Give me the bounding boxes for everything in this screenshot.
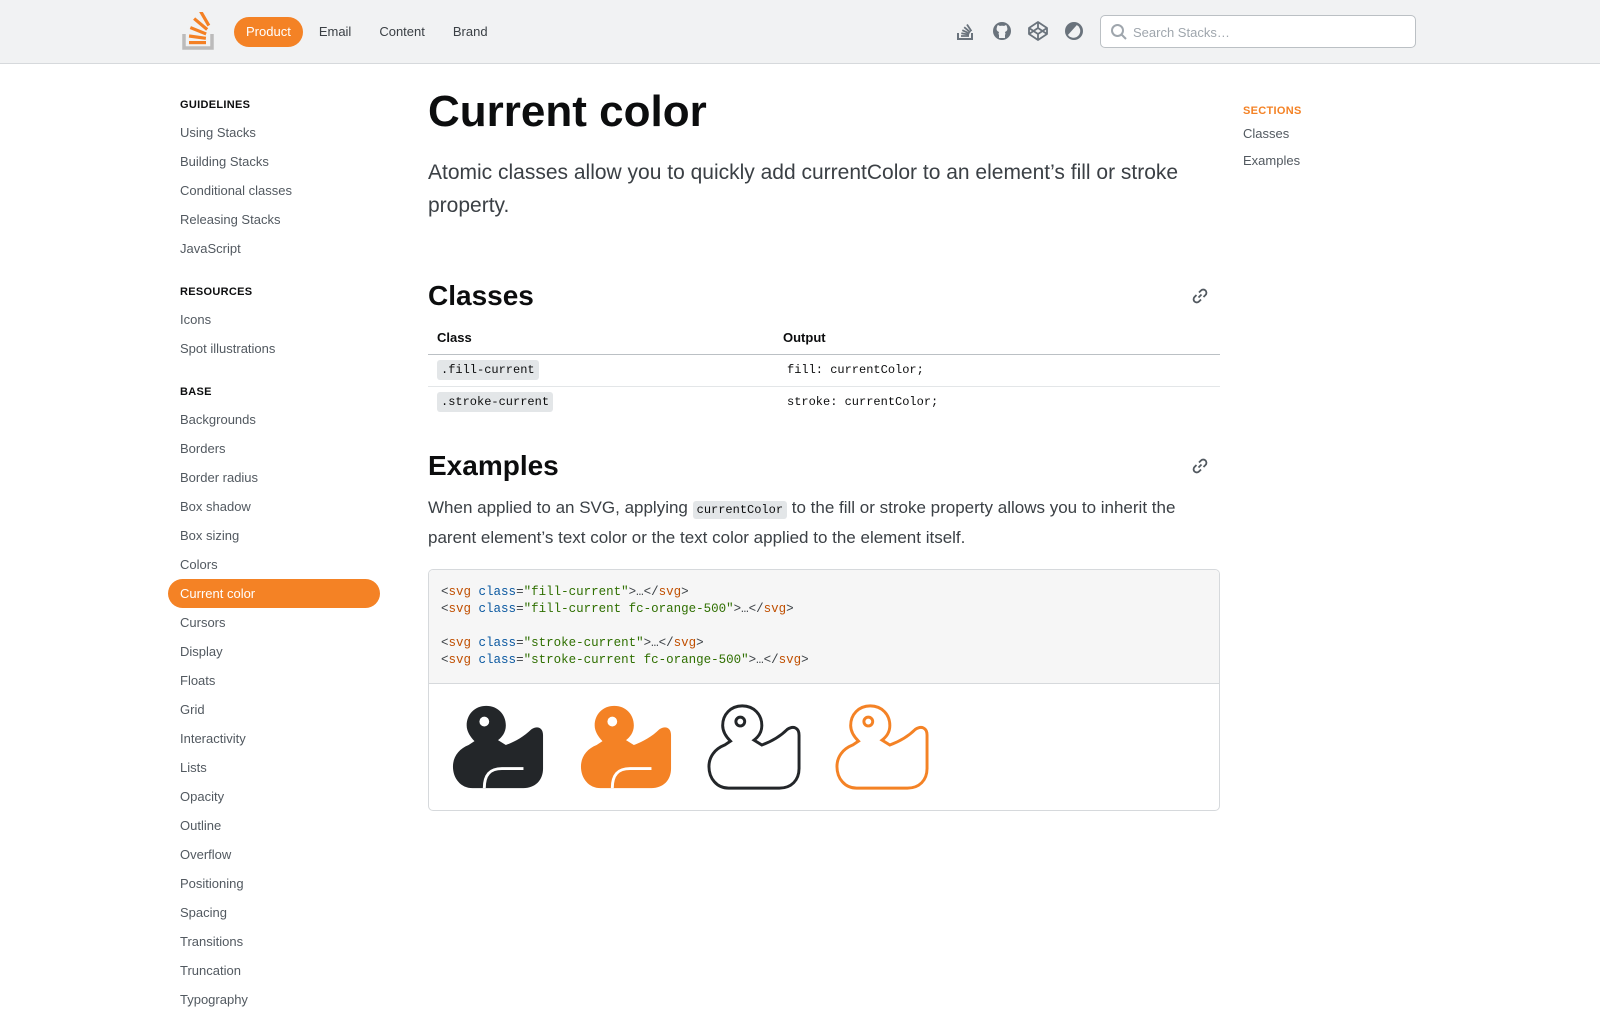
- duck-stroke-dark-icon: [701, 700, 807, 794]
- sidebar-item-display[interactable]: Display: [168, 637, 380, 666]
- class-name-code: .fill-current: [437, 360, 539, 380]
- sidebar-item-box-sizing[interactable]: Box sizing: [168, 521, 380, 550]
- sidebar-item-outline[interactable]: Outline: [168, 811, 380, 840]
- stack-overflow-icon[interactable]: [955, 20, 977, 42]
- sidebar-item-borders[interactable]: Borders: [168, 434, 380, 463]
- classes-table: Class Output .fill-current fill: current…: [428, 322, 1220, 418]
- stacks-logo-icon[interactable]: [182, 10, 216, 50]
- classes-link-icon[interactable]: [1190, 286, 1210, 306]
- sidebar-item-releasing-stacks[interactable]: Releasing Stacks: [168, 205, 380, 234]
- sidebar-item-icons[interactable]: Icons: [168, 305, 380, 334]
- sidebar-item-interactivity[interactable]: Interactivity: [168, 724, 380, 753]
- code-line: <svg class="fill-current">…</svg>: [441, 585, 689, 599]
- nav-item-product[interactable]: Product: [234, 17, 303, 47]
- sidebar-item-box-shadow[interactable]: Box shadow: [168, 492, 380, 521]
- code-block[interactable]: <svg class="fill-current">…</svg> <svg cl…: [429, 570, 1219, 684]
- sidebar-item-cursors[interactable]: Cursors: [168, 608, 380, 637]
- duck-filled-dark-icon: [445, 700, 551, 794]
- sidebar-item-border-radius[interactable]: Border radius: [168, 463, 380, 492]
- toc-heading: SECTIONS: [1243, 105, 1302, 117]
- examples-link-icon[interactable]: [1190, 456, 1210, 476]
- sidebar-item-overflow[interactable]: Overflow: [168, 840, 380, 869]
- column-header-output: Output: [774, 322, 1220, 355]
- examples-heading: Examples: [428, 450, 559, 481]
- nav-item-email[interactable]: Email: [307, 17, 364, 47]
- theme-toggle-icon[interactable]: [1063, 20, 1085, 42]
- toc-item-examples[interactable]: Examples: [1243, 147, 1403, 174]
- class-name-code: .stroke-current: [437, 392, 554, 413]
- code-line: <svg class="stroke-current fc-orange-500…: [441, 653, 809, 667]
- nav-item-content[interactable]: Content: [367, 17, 437, 47]
- product-nav: Product Email Content Brand: [234, 17, 504, 47]
- sidebar-heading: RESOURCES: [180, 286, 253, 298]
- example-box: <svg class="fill-current">…</svg> <svg cl…: [428, 569, 1220, 811]
- top-bar: Product Email Content Brand: [0, 0, 1600, 64]
- table-row: .stroke-current stroke: currentColor;: [428, 386, 1220, 418]
- header-icons: [955, 20, 1099, 42]
- sidebar-item-backgrounds[interactable]: Backgrounds: [168, 405, 380, 434]
- codepen-icon[interactable]: [1027, 20, 1049, 42]
- page-lede: Atomic classes allow you to quickly add …: [428, 161, 1179, 217]
- sidebar-item-floats[interactable]: Floats: [168, 666, 380, 695]
- nav-item-brand[interactable]: Brand: [441, 17, 500, 47]
- sidebar-group-resources: RESOURCES Icons Spot illustrations: [168, 283, 380, 363]
- sidebar-item-lists[interactable]: Lists: [168, 753, 380, 782]
- sidebar-item-conditional-classes[interactable]: Conditional classes: [168, 176, 380, 205]
- code-line: <svg class="fill-current fc-orange-500">…: [441, 602, 794, 616]
- search-icon: [1110, 23, 1128, 41]
- main-content: Current color Atomic classes allow you t…: [428, 86, 1220, 811]
- sidebar-item-grid[interactable]: Grid: [168, 695, 380, 724]
- table-row: .fill-current fill: currentColor;: [428, 354, 1220, 387]
- output-cell: stroke: currentColor;: [774, 386, 1220, 418]
- sidebar-heading: BASE: [180, 386, 212, 398]
- output-code: stroke: currentColor;: [787, 395, 939, 410]
- duck-filled-orange-icon: [573, 700, 679, 794]
- inline-code: currentColor: [692, 501, 788, 519]
- duck-stroke-orange-icon: [829, 700, 935, 794]
- sidebar-group-base: BASE Backgrounds Borders Border radius Box s…: [168, 383, 380, 1014]
- sidebar-item-transitions[interactable]: Transitions: [168, 927, 380, 956]
- page-title: Current color: [428, 87, 707, 136]
- sidebar-item-spacing[interactable]: Spacing: [168, 898, 380, 927]
- sidebar-group-guidelines: GUIDELINES Using Stacks Building Stacks Con…: [168, 96, 380, 263]
- sidebar-item-using-stacks[interactable]: Using Stacks: [168, 118, 380, 147]
- output-code: fill: currentColor;: [787, 363, 924, 377]
- examples-description: When applied to an SVG, applying current…: [428, 494, 1220, 551]
- sections-toc: SECTIONS Classes Examples: [1243, 102, 1403, 174]
- sidebar-item-building-stacks[interactable]: Building Stacks: [168, 147, 380, 176]
- search-input[interactable]: [1133, 20, 1409, 44]
- sidebar-item-truncation[interactable]: Truncation: [168, 956, 380, 985]
- sidebar-item-positioning[interactable]: Positioning: [168, 869, 380, 898]
- sidebar-item-current-color[interactable]: Current color: [168, 579, 380, 608]
- classes-heading: Classes: [428, 280, 534, 311]
- github-icon[interactable]: [991, 20, 1013, 42]
- sidebar-item-opacity[interactable]: Opacity: [168, 782, 380, 811]
- output-cell: fill: currentColor;: [774, 354, 1220, 387]
- table-header-row: Class Output: [428, 322, 1220, 355]
- sidebar-item-spot-illustrations[interactable]: Spot illustrations: [168, 334, 380, 363]
- description-text: When applied to an SVG, applying: [428, 498, 693, 517]
- class-cell: .fill-current: [428, 354, 774, 387]
- toc-item-classes[interactable]: Classes: [1243, 120, 1403, 147]
- code-line: <svg class="stroke-current">…</svg>: [441, 636, 704, 650]
- examples-section-header: Examples: [428, 446, 1220, 486]
- duck-preview: [429, 684, 1219, 810]
- column-header-class: Class: [428, 322, 774, 355]
- sidebar-item-typography[interactable]: Typography: [168, 985, 380, 1014]
- sidebar-item-javascript[interactable]: JavaScript: [168, 234, 380, 263]
- sidebar-heading: GUIDELINES: [180, 99, 251, 111]
- sidebar-item-colors[interactable]: Colors: [168, 550, 380, 579]
- class-cell: .stroke-current: [428, 386, 774, 418]
- classes-section-header: Classes: [428, 276, 1220, 316]
- search-box[interactable]: [1100, 15, 1416, 48]
- sidebar-nav: GUIDELINES Using Stacks Building Stacks Con…: [168, 96, 380, 1024]
